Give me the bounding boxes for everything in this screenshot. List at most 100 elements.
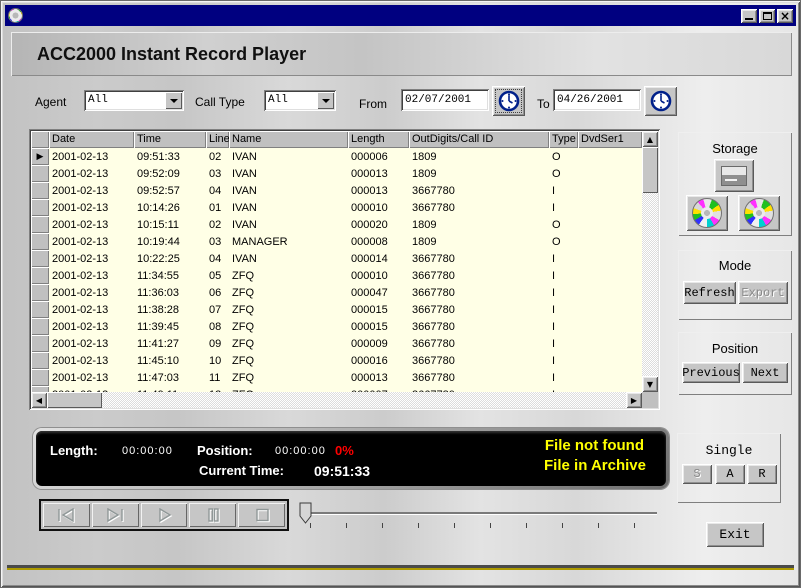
cell-length: 000013 [348,165,409,182]
call-type-dropdown-button[interactable] [317,92,334,109]
cell-length: 000015 [348,318,409,335]
to-calendar-button[interactable] [644,86,677,116]
table-row[interactable]: 2001-02-13 11:41:27 09 ZFQ 000009 366778… [31,335,642,352]
cell-name: ZFQ [229,369,348,386]
row-selector[interactable] [31,165,49,182]
from-calendar-button[interactable] [492,86,525,116]
agent-dropdown-button[interactable] [165,92,182,109]
close-button[interactable]: × [777,9,793,23]
exit-button[interactable]: Exit [706,522,764,547]
horizontal-scroll-track[interactable] [102,392,626,408]
slider-track[interactable] [306,512,657,514]
skip-start-button[interactable] [43,503,90,527]
to-date-input[interactable]: 04/26/2001 [553,89,641,111]
vertical-scrollbar[interactable]: ▲ ▼ [642,131,658,408]
from-date-input[interactable]: 02/07/2001 [401,89,489,111]
cell-type: O [549,216,578,233]
vertical-scroll-thumb[interactable] [642,147,658,193]
single-r-button[interactable]: R [747,464,777,484]
grid-rows: ▶ 2001-02-13 09:51:33 02 IVAN 000006 180… [31,148,642,392]
row-selector[interactable] [31,267,49,284]
next-button[interactable]: Next [742,362,788,383]
hard-drive-button[interactable] [714,159,754,192]
minimize-button[interactable] [741,9,757,23]
scroll-down-button[interactable]: ▼ [642,376,658,392]
table-row[interactable]: 2001-02-13 09:52:57 04 IVAN 000013 36677… [31,182,642,199]
column-header-time[interactable]: Time [134,131,206,148]
agent-select[interactable]: All [84,90,184,111]
export-button[interactable]: Export [738,281,788,304]
cell-outdigits: 3667780 [409,369,549,386]
cell-length: 000020 [348,216,409,233]
lcd-display-frame: Length: 00:00:00 Position: 00:00:00 0% F… [33,428,669,489]
cell-dvdser1 [578,165,642,182]
stop-button[interactable] [238,503,285,527]
column-header-outdigits[interactable]: OutDigits/Call ID [409,131,549,148]
table-row[interactable]: 2001-02-13 11:45:10 10 ZFQ 000016 366778… [31,352,642,369]
cell-line: 01 [206,199,229,216]
cell-length: 000009 [348,335,409,352]
table-row[interactable]: ▶ 2001-02-13 09:51:33 02 IVAN 000006 180… [31,148,642,165]
skip-end-button[interactable] [92,503,139,527]
cell-outdigits: 3667780 [409,199,549,216]
maximize-button[interactable] [759,9,775,23]
row-selector[interactable] [31,233,49,250]
play-button[interactable] [141,503,188,527]
play-icon [152,508,176,522]
column-header-dvdser1[interactable]: DvdSer1 [578,131,642,148]
scroll-right-button[interactable]: ▶ [626,392,642,408]
cell-date: 2001-02-13 [49,182,134,199]
row-selector[interactable] [31,369,49,386]
column-header-line[interactable]: Line [206,131,229,148]
single-s-button[interactable]: S [682,464,712,484]
table-row[interactable]: 2001-02-13 11:39:45 08 ZFQ 000015 366778… [31,318,642,335]
cell-outdigits: 3667780 [409,318,549,335]
row-selector[interactable] [31,335,49,352]
row-selector[interactable] [31,250,49,267]
single-a-button[interactable]: A [715,464,745,484]
current-row-arrow-icon: ▶ [37,152,44,162]
cd-storage-button-2[interactable] [738,195,780,231]
single-panel: Single S A R [677,433,781,503]
row-selector[interactable] [31,182,49,199]
lcd-display: Length: 00:00:00 Position: 00:00:00 0% F… [36,431,666,486]
scroll-up-button[interactable]: ▲ [642,131,658,147]
row-selector[interactable] [31,284,49,301]
column-header-date[interactable]: Date [49,131,134,148]
vertical-scroll-track[interactable] [642,193,658,376]
horizontal-scroll-thumb[interactable] [47,392,102,408]
table-row[interactable]: 2001-02-13 11:36:03 06 ZFQ 000047 366778… [31,284,642,301]
refresh-button[interactable]: Refresh [683,281,736,304]
skip-start-icon [54,508,78,522]
table-row[interactable]: 2001-02-13 11:38:28 07 ZFQ 000015 366778… [31,301,642,318]
call-type-select[interactable]: All [264,90,336,111]
current-time-value: 09:51:33 [314,463,370,479]
table-row[interactable]: 2001-02-13 10:14:26 01 IVAN 000010 36677… [31,199,642,216]
row-selector[interactable] [31,216,49,233]
status-line-2: File in Archive [544,457,646,474]
row-selector[interactable] [31,318,49,335]
table-row[interactable]: 2001-02-13 09:52:09 03 IVAN 000013 1809 … [31,165,642,182]
column-header-name[interactable]: Name [229,131,348,148]
table-row[interactable]: 2001-02-13 10:22:25 04 IVAN 000014 36677… [31,250,642,267]
seek-slider[interactable] [298,501,661,529]
table-row[interactable]: 2001-02-13 11:47:03 11 ZFQ 000013 366778… [31,369,642,386]
chevron-down-icon [322,99,330,107]
previous-button[interactable]: Previous [682,362,740,383]
column-header-type[interactable]: Type [549,131,578,148]
cell-line: 04 [206,250,229,267]
row-selector[interactable] [31,199,49,216]
cell-name: IVAN [229,182,348,199]
cd-storage-button-1[interactable] [686,195,728,231]
row-selector[interactable] [31,301,49,318]
minimize-icon [745,18,753,20]
table-row[interactable]: 2001-02-13 10:19:44 03 MANAGER 000008 18… [31,233,642,250]
horizontal-scrollbar[interactable]: ◀ ▶ [31,392,642,408]
row-selector[interactable]: ▶ [31,148,49,165]
pause-button[interactable] [189,503,236,527]
column-header-length[interactable]: Length [348,131,409,148]
scroll-left-button[interactable]: ◀ [31,392,47,408]
table-row[interactable]: 2001-02-13 10:15:11 02 IVAN 000020 1809 … [31,216,642,233]
table-row[interactable]: 2001-02-13 11:34:55 05 ZFQ 000010 366778… [31,267,642,284]
row-selector[interactable] [31,352,49,369]
